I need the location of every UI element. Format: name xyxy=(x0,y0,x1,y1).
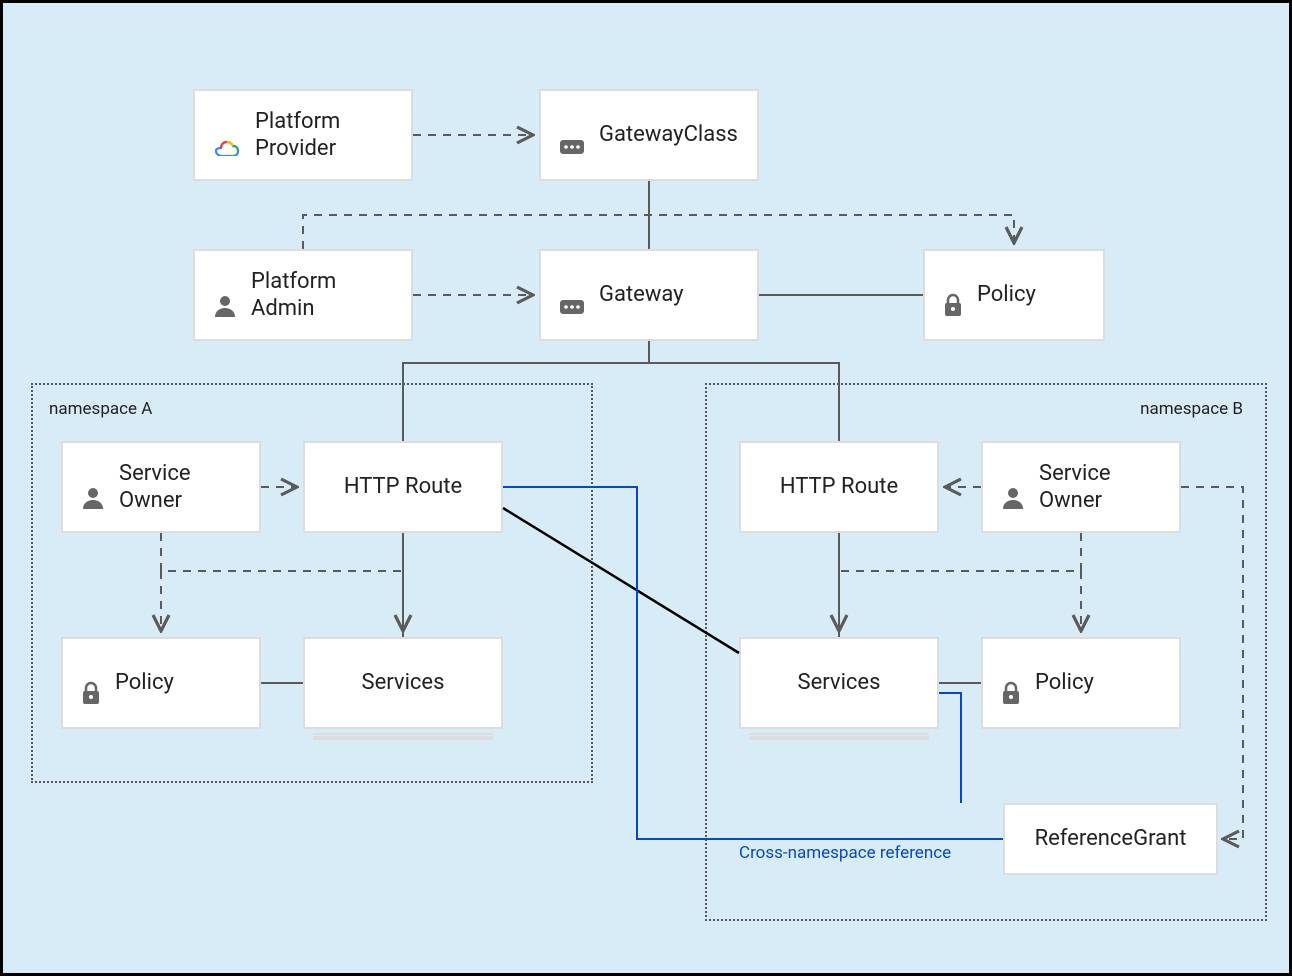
lock-icon xyxy=(1001,654,1021,713)
namespace-b-label: namespace B xyxy=(1140,399,1243,419)
google-cloud-icon xyxy=(213,107,241,164)
policy-top-box: Policy xyxy=(923,249,1105,341)
platform-admin-box: Platform Admin xyxy=(193,249,413,341)
services-a-box: Services xyxy=(303,637,503,729)
policy-top-label: Policy xyxy=(977,281,1036,309)
platform-admin-label: Platform Admin xyxy=(251,268,336,323)
user-icon xyxy=(81,458,105,517)
reference-grant-box: ReferenceGrant xyxy=(1003,803,1218,875)
gateway-box: Gateway xyxy=(539,249,759,341)
diagram-canvas: namespace A namespace B Platform Provide… xyxy=(3,3,1289,973)
services-b-stack-icon xyxy=(749,731,929,735)
services-b-box: Services xyxy=(739,637,939,729)
gateway-class-box: GatewayClass xyxy=(539,89,759,181)
platform-provider-box: Platform Provider xyxy=(193,89,413,181)
http-route-b-label: HTTP Route xyxy=(780,473,898,501)
policy-a-label: Policy xyxy=(115,669,174,697)
policy-a-box: Policy xyxy=(61,637,261,729)
http-route-a-label: HTTP Route xyxy=(344,473,462,501)
dots-icon xyxy=(559,108,585,163)
service-owner-a-box: Service Owner xyxy=(61,441,261,533)
services-a-label: Services xyxy=(362,669,445,697)
namespace-a-label: namespace A xyxy=(49,399,152,419)
service-owner-b-box: Service Owner xyxy=(981,441,1181,533)
user-icon xyxy=(1001,458,1025,517)
service-owner-b-label: Service Owner xyxy=(1039,460,1111,515)
cross-namespace-annotation: Cross-namespace reference xyxy=(739,843,951,863)
lock-icon xyxy=(81,654,101,713)
gateway-label: Gateway xyxy=(599,281,684,309)
services-b-label: Services xyxy=(798,669,881,697)
http-route-b-box: HTTP Route xyxy=(739,441,939,533)
lock-icon xyxy=(943,266,963,325)
reference-grant-label: ReferenceGrant xyxy=(1035,825,1187,853)
services-a-stack-icon xyxy=(313,731,493,735)
gateway-class-label: GatewayClass xyxy=(599,121,738,149)
http-route-a-box: HTTP Route xyxy=(303,441,503,533)
user-icon xyxy=(213,266,237,325)
policy-b-label: Policy xyxy=(1035,669,1094,697)
platform-provider-label: Platform Provider xyxy=(255,108,340,163)
policy-b-box: Policy xyxy=(981,637,1181,729)
dots-icon xyxy=(559,268,585,323)
service-owner-a-label: Service Owner xyxy=(119,460,191,515)
